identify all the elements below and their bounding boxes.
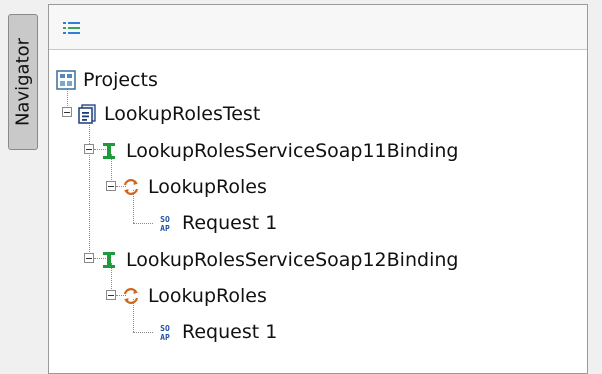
tree-item-label: Projects: [83, 69, 158, 91]
svg-text:SO: SO: [160, 324, 170, 333]
tree-item-projects[interactable]: Projects: [56, 65, 158, 95]
tree-connector: [133, 332, 153, 333]
tree-view-icon[interactable]: [63, 21, 81, 35]
tree-item-operation[interactable]: LookupRoles: [121, 281, 267, 311]
navigator-panel: Projects LookupRolesTest LookupRolesServ…: [48, 4, 588, 374]
svg-text:AP: AP: [160, 333, 170, 342]
tree-item-binding[interactable]: LookupRolesServiceSoap12Binding: [99, 245, 458, 275]
binding-icon: [103, 252, 115, 268]
tree-item-label: Request 1: [182, 321, 278, 343]
project-icon: [78, 104, 96, 124]
collapse-toggle-operation-2[interactable]: [106, 290, 116, 300]
tree-item-label: LookupRolesServiceSoap12Binding: [126, 249, 459, 271]
tree-item-binding[interactable]: LookupRolesServiceSoap11Binding: [99, 136, 458, 166]
tree-item-project[interactable]: LookupRolesTest: [77, 99, 260, 129]
soap-request-icon: SO AP: [160, 324, 170, 342]
tree-item-request[interactable]: SO AP Request 1: [155, 317, 277, 347]
collapse-toggle-binding-2[interactable]: [84, 253, 94, 263]
binding-icon: [103, 143, 115, 159]
collapse-toggle-operation-1[interactable]: [106, 181, 116, 191]
tree-item-label: Request 1: [182, 212, 278, 234]
svg-text:AP: AP: [160, 224, 170, 233]
tree-item-label: LookupRoles: [148, 285, 267, 307]
operation-icon: [123, 288, 139, 304]
tree-connector: [133, 223, 153, 224]
tree-item-label: LookupRoles: [148, 176, 267, 198]
tree-item-label: LookupRolesServiceSoap11Binding: [126, 140, 459, 162]
collapse-toggle-project[interactable]: [62, 107, 72, 117]
soap-request-icon: SO AP: [160, 215, 170, 233]
project-tree: Projects LookupRolesTest LookupRolesServ…: [49, 50, 587, 373]
tree-item-operation[interactable]: LookupRoles: [121, 172, 267, 202]
tree-item-label: LookupRolesTest: [104, 103, 261, 125]
operation-icon: [123, 179, 139, 195]
collapse-toggle-binding-1[interactable]: [84, 144, 94, 154]
navigator-tab[interactable]: Navigator: [8, 14, 38, 150]
navigator-toolbar: [49, 5, 587, 50]
navigator-tab-label: Navigator: [12, 37, 34, 127]
tree-connector: [89, 120, 90, 260]
projects-icon: [56, 70, 76, 90]
tree-item-request[interactable]: SO AP Request 1: [155, 208, 277, 238]
svg-text:SO: SO: [160, 215, 170, 224]
